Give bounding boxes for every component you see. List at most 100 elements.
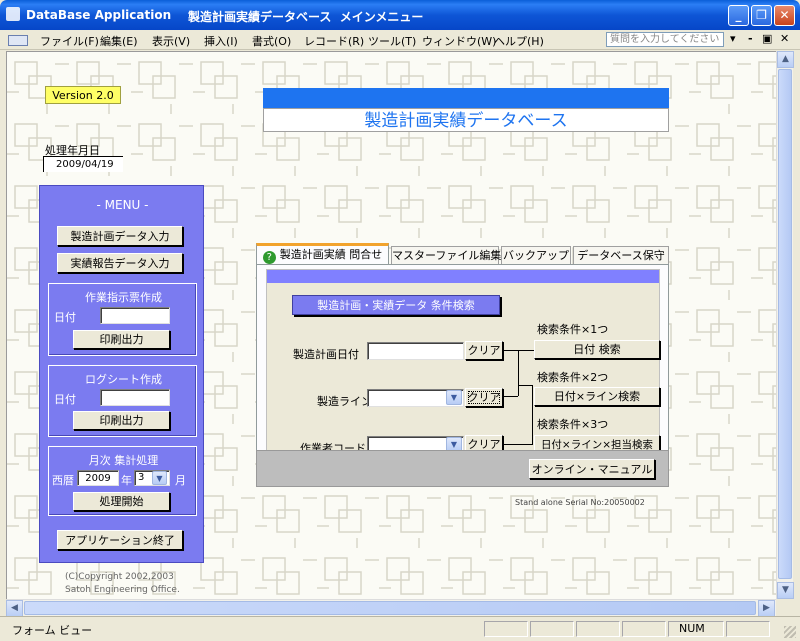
status-panel <box>576 621 620 637</box>
tab-db-maintenance[interactable]: データベース保守 <box>573 246 669 264</box>
line-label: 製造ライン <box>317 395 372 408</box>
vertical-scrollbar[interactable]: ▲ ▼ <box>776 51 794 599</box>
query-header: 製造計画・実績データ 条件検索 <box>292 295 500 315</box>
menu-help[interactable]: ヘルプ(H) <box>494 33 544 49</box>
month-unit: 月 <box>175 474 186 487</box>
status-panel <box>726 621 770 637</box>
close-icon[interactable]: ✕ <box>774 5 795 26</box>
tab-query[interactable]: ? 製造計画実績 問合せ <box>256 243 389 264</box>
work-order-date-input[interactable] <box>100 307 170 324</box>
menu-format[interactable]: 書式(O) <box>252 33 291 49</box>
work-order-panel: 作業指示票作成 日付 印刷出力 <box>48 283 197 356</box>
status-panel <box>484 621 528 637</box>
connector-line <box>504 396 518 397</box>
left-menu-panel: - MENU - 製造計画データ入力 実績報告データ入力 作業指示票作成 日付 … <box>39 185 204 563</box>
line-select[interactable]: ▼ <box>367 389 464 407</box>
doc-restore-icon[interactable]: ▣ <box>762 32 772 45</box>
copyright-line2: Satoh Engineering Office. <box>65 585 180 595</box>
num-lock-indicator: NUM <box>668 621 724 637</box>
connector-line <box>504 444 533 445</box>
plan-date-clear-button[interactable]: クリア <box>465 341 503 360</box>
tab-master-file[interactable]: マスターファイル編集 <box>391 246 501 264</box>
chevron-down-icon[interactable]: ▼ <box>446 390 462 405</box>
work-order-print-button[interactable]: 印刷出力 <box>73 330 170 349</box>
menu-bar: ファイル(F) 編集(E) 表示(V) 挿入(I) 書式(O) レコード(R) … <box>0 30 800 50</box>
chevron-down-icon[interactable]: ▼ <box>152 471 167 485</box>
plan-date-label: 製造計画日付 <box>293 348 359 361</box>
vertical-scroll-thumb[interactable] <box>778 69 792 579</box>
app-name: DataBase Application <box>26 8 172 22</box>
connector-line <box>518 350 534 351</box>
work-order-title: 作業指示票作成 <box>85 291 162 304</box>
horizontal-scrollbar[interactable]: ◀ ▶ <box>6 599 776 617</box>
help-search-input[interactable]: 質問を入力してください <box>606 32 724 47</box>
month-select[interactable]: 3 ▼ <box>134 470 170 486</box>
form-area: Version 2.0 製造計画実績データベース 処理年月日 2009/04/1… <box>6 51 776 599</box>
scroll-right-icon[interactable]: ▶ <box>758 600 775 617</box>
doc-close-icon[interactable]: ✕ <box>780 32 789 45</box>
plan-date-input[interactable] <box>367 342 464 360</box>
monthly-panel: 月次 集計処理 西暦 2009 年 3 ▼ 月 処理開始 <box>48 446 197 516</box>
connector-line <box>518 385 532 386</box>
processing-date-value: 2009/04/19 <box>43 156 123 172</box>
scroll-corner <box>776 599 793 616</box>
log-sheet-date-input[interactable] <box>100 389 170 406</box>
monthly-start-button[interactable]: 処理開始 <box>73 492 170 511</box>
status-panel <box>530 621 574 637</box>
report-entry-button[interactable]: 実績報告データ入力 <box>57 253 183 273</box>
cond1-label: 検索条件×1つ <box>537 323 609 336</box>
resize-grip-icon[interactable] <box>784 626 796 638</box>
scroll-down-icon[interactable]: ▼ <box>777 582 794 599</box>
connector-line <box>504 350 518 351</box>
window-title: 製造計画実績データベース メインメニュー <box>188 10 424 24</box>
era-label: 西暦 <box>52 474 74 487</box>
scroll-up-icon[interactable]: ▲ <box>777 51 794 68</box>
minimize-icon[interactable]: _ <box>728 5 749 26</box>
cond3-label: 検索条件×3つ <box>537 418 609 431</box>
help-circle-icon: ? <box>262 251 276 264</box>
serial-number: Stand alone Serial No:20050002 <box>515 498 645 507</box>
cond2-label: 検索条件×2つ <box>537 371 609 384</box>
date-search-button[interactable]: 日付 検索 <box>534 340 660 359</box>
restore-icon[interactable]: ❐ <box>751 5 772 26</box>
log-sheet-date-label: 日付 <box>54 393 76 406</box>
menu-window[interactable]: ウィンドウ(W) <box>422 33 496 49</box>
query-section: 製造計画・実績データ 条件検索 製造計画日付 クリア 製造ライン ▼ クリア 作… <box>266 269 660 457</box>
title-bar: DataBase Application 製造計画実績データベース メインメニュ… <box>0 0 800 30</box>
date-line-search-button[interactable]: 日付×ライン検索 <box>534 387 660 406</box>
line-clear-button[interactable]: クリア <box>465 388 503 407</box>
tab-query-label: 製造計画実績 問合せ <box>279 248 383 261</box>
menu-file[interactable]: ファイル(F) <box>40 33 99 49</box>
monthly-title: 月次 集計処理 <box>88 454 159 467</box>
doc-minimize-icon[interactable]: - <box>748 32 753 45</box>
form-menu-icon[interactable] <box>8 35 28 46</box>
app-icon <box>6 7 20 21</box>
search-dropdown-icon[interactable]: ▾ <box>730 32 736 45</box>
banner-stripe <box>263 88 669 108</box>
banner-title: 製造計画実績データベース <box>263 108 669 132</box>
year-unit: 年 <box>121 474 132 487</box>
log-sheet-print-button[interactable]: 印刷出力 <box>73 411 170 430</box>
menu-tools[interactable]: ツール(T) <box>368 33 416 49</box>
menu-edit[interactable]: 編集(E) <box>100 33 138 49</box>
online-manual-button[interactable]: オンライン・マニュアル <box>529 459 655 479</box>
scroll-left-icon[interactable]: ◀ <box>6 600 23 617</box>
status-bar: フォーム ビュー NUM <box>0 616 800 641</box>
menu-title: - MENU - <box>96 198 149 212</box>
exit-app-button[interactable]: アプリケーション終了 <box>57 530 183 550</box>
version-label: Version 2.0 <box>45 86 121 104</box>
year-input[interactable]: 2009 <box>77 470 119 486</box>
plan-entry-button[interactable]: 製造計画データ入力 <box>57 226 183 246</box>
menu-view[interactable]: 表示(V) <box>152 33 190 49</box>
tab-backup[interactable]: バックアップ <box>501 246 571 264</box>
log-sheet-panel: ログシート作成 日付 印刷出力 <box>48 365 197 437</box>
work-order-date-label: 日付 <box>54 311 76 324</box>
copyright-line1: (C)Copyright 2002,2003 <box>65 572 174 582</box>
horizontal-scroll-thumb[interactable] <box>24 601 756 615</box>
connector-line <box>532 385 533 444</box>
menu-insert[interactable]: 挿入(I) <box>204 33 238 49</box>
manual-band: オンライン・マニュアル <box>256 450 669 487</box>
connector-line <box>518 350 519 396</box>
menu-records[interactable]: レコード(R) <box>304 33 364 49</box>
status-panel <box>622 621 666 637</box>
